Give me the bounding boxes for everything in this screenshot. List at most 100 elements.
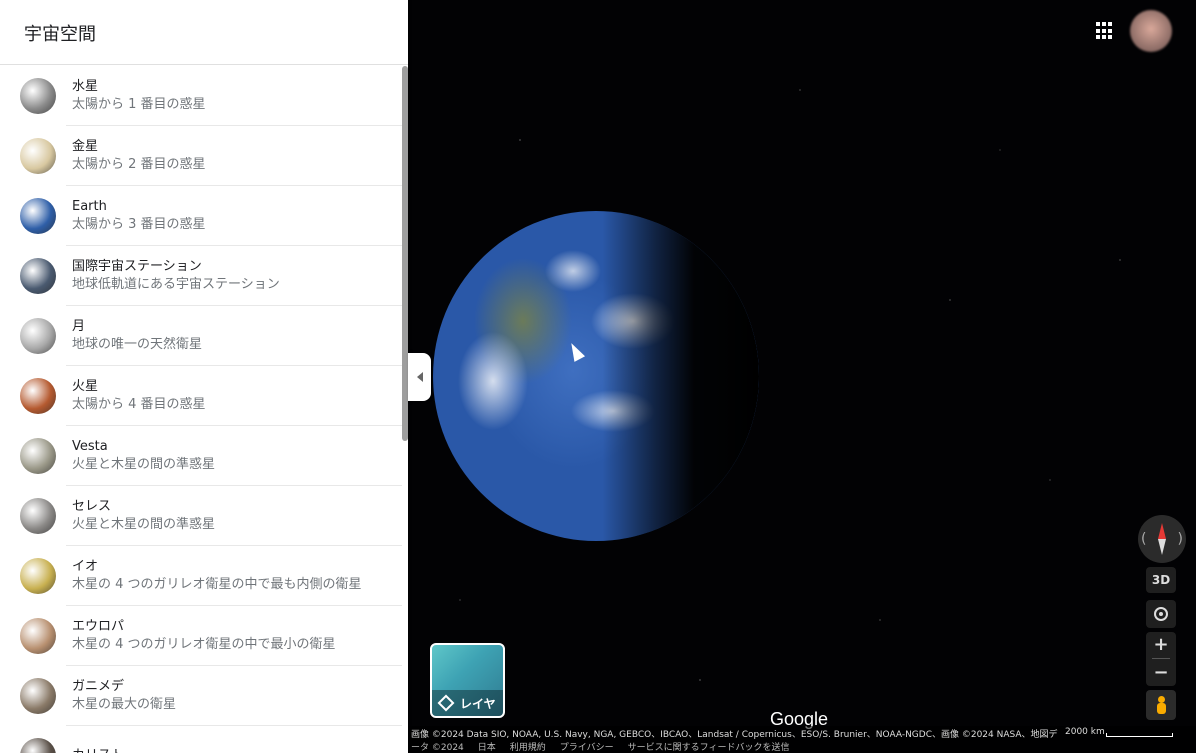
footer-link[interactable]: 利用規約 [510, 743, 546, 753]
layers-label: レイヤ [460, 696, 496, 711]
zoom-controls: + − [1146, 632, 1176, 686]
apps-grid-icon [1108, 35, 1112, 40]
apps-grid-icon [1096, 28, 1100, 33]
zoom-in-button[interactable]: + [1146, 632, 1176, 658]
list-item[interactable]: 火星太陽から 4 番目の惑星 [0, 366, 402, 426]
item-name: 国際宇宙ステーション [72, 259, 202, 274]
location-dot-icon [1159, 612, 1163, 616]
footer-link: ータ ©2024 [411, 743, 464, 753]
item-description: 太陽から 4 番目の惑星 [72, 397, 206, 412]
rotate-left-icon[interactable]: ( [1141, 531, 1146, 547]
rotate-right-icon[interactable]: ) [1178, 531, 1183, 547]
item-name: イオ [72, 559, 99, 574]
compass-button[interactable]: ( ) [1138, 515, 1186, 563]
zoom-divider [1152, 658, 1170, 659]
item-texts: エウロパ木星の 4 つのガリレオ衛星の中で最小の衛星 [72, 618, 336, 654]
collapse-panel-button[interactable] [408, 353, 431, 401]
item-name: エウロパ [72, 619, 125, 634]
compass-south-icon [1158, 539, 1166, 555]
item-description: 地球の唯一の天然衛星 [72, 337, 203, 352]
list-item[interactable]: ガニメデ木星の最大の衛星 [0, 666, 402, 726]
my-location-button[interactable] [1146, 600, 1176, 628]
body-thumbnail [20, 258, 56, 294]
apps-grid-icon [1102, 35, 1106, 40]
layers-label-bar: レイヤ [432, 690, 503, 716]
item-texts: イオ木星の 4 つのガリレオ衛星の中で最も内側の衛星 [72, 558, 362, 594]
compass-north-icon [1158, 523, 1166, 539]
item-description: 地球低軌道にある宇宙ステーション [72, 277, 280, 292]
item-texts: セレス火星と木星の間の準惑星 [72, 498, 215, 534]
body-thumbnail [20, 78, 56, 114]
item-name: 火星 [72, 379, 99, 394]
item-texts: Earth 太陽から 3 番目の惑星 [72, 198, 206, 234]
body-thumbnail [20, 738, 56, 753]
item-texts: カリスト [72, 747, 124, 753]
apps-grid-icon [1096, 22, 1100, 26]
list-item[interactable]: セレス火星と木星の間の準惑星 [0, 486, 402, 546]
body-thumbnail [20, 318, 56, 354]
list-item[interactable]: Vesta 火星と木星の間の準惑星 [0, 426, 402, 486]
item-texts: 月地球の唯一の天然衛星 [72, 318, 202, 354]
scale-label[interactable]: 2000 km [1065, 727, 1105, 737]
item-name: Earth [72, 199, 107, 214]
list-item[interactable]: カリスト [0, 726, 402, 753]
earth-night-shadow [433, 211, 759, 541]
body-thumbnail [20, 438, 56, 474]
celestial-body-list[interactable]: 水星 太陽から 1 番目の惑星金星太陽から 2 番目の惑星 Earth 太陽から 3 … [0, 66, 402, 753]
earth-globe[interactable] [433, 211, 759, 541]
apps-grid-icon [1108, 22, 1112, 26]
list-item[interactable]: 国際宇宙ステーション地球低軌道にある宇宙ステーション [0, 246, 402, 306]
item-name: 金星 [72, 139, 99, 154]
list-item[interactable]: 水星 太陽から 1 番目の惑星 [0, 66, 402, 126]
item-description: 木星の 4 つのガリレオ衛星の中で最小の衛星 [72, 637, 336, 652]
google-apps-button[interactable] [1094, 20, 1116, 42]
footer-link[interactable]: サービスに関するフィードバックを送信 [628, 743, 790, 753]
panel-title: 宇宙空間 [24, 24, 96, 45]
scale-bar [1106, 733, 1173, 737]
item-name: ガニメデ [72, 679, 125, 694]
item-description: 火星と木星の間の準惑星 [72, 517, 216, 532]
item-description: 太陽から 2 番目の惑星 [72, 157, 206, 172]
item-name: Vesta [72, 439, 108, 454]
list-item[interactable]: イオ木星の 4 つのガリレオ衛星の中で最も内側の衛星 [0, 546, 402, 606]
footer-link[interactable]: プライバシー [560, 743, 614, 753]
list-item[interactable]: 金星太陽から 2 番目の惑星 [0, 126, 402, 186]
body-thumbnail [20, 198, 56, 234]
item-description: 木星の最大の衛星 [72, 697, 177, 712]
list-item[interactable]: Earth 太陽から 3 番目の惑星 [0, 186, 402, 246]
body-thumbnail [20, 138, 56, 174]
footer-link[interactable]: 日本 [478, 743, 496, 753]
pegman-body-icon [1157, 703, 1166, 714]
pegman-icon [1158, 696, 1165, 703]
apps-grid-icon [1108, 28, 1112, 33]
item-name: セレス [72, 499, 112, 514]
layers-button[interactable]: レイヤ [430, 643, 505, 718]
body-thumbnail [20, 498, 56, 534]
item-description: 太陽から 1 番目の惑星 [72, 97, 206, 112]
toggle-3d-button[interactable]: 3D [1146, 567, 1176, 593]
item-texts: 金星太陽から 2 番目の惑星 [72, 138, 206, 174]
list-item[interactable]: エウロパ木星の 4 つのガリレオ衛星の中で最小の衛星 [0, 606, 402, 666]
apps-grid-icon [1102, 22, 1106, 26]
street-view-pegman-button[interactable] [1146, 690, 1176, 720]
footer-links: ータ ©2024 日本 利用規約 プライバシー サービスに関するフィードバックを送信 [411, 740, 803, 753]
apps-grid-icon [1096, 35, 1100, 40]
account-avatar[interactable] [1130, 10, 1172, 52]
imagery-attribution: 画像 ©2024 Data SIO, NOAA, U.S. Navy, NGA,… [411, 730, 1058, 740]
body-thumbnail [20, 678, 56, 714]
body-thumbnail [20, 618, 56, 654]
list-item[interactable]: 月地球の唯一の天然衛星 [0, 306, 402, 366]
item-name: 月 [72, 319, 86, 334]
body-thumbnail [20, 558, 56, 594]
item-texts: ガニメデ木星の最大の衛星 [72, 678, 176, 714]
item-texts: 国際宇宙ステーション地球低軌道にある宇宙ステーション [72, 258, 280, 294]
item-name: カリスト [72, 747, 124, 753]
item-description: 木星の 4 つのガリレオ衛星の中で最も内側の衛星 [72, 577, 362, 592]
item-texts: 水星 太陽から 1 番目の惑星 [72, 78, 206, 114]
item-texts: 火星太陽から 4 番目の惑星 [72, 378, 206, 414]
zoom-out-button[interactable]: − [1146, 660, 1176, 686]
side-panel: 宇宙空間 水星 太陽から 1 番目の惑星 金星 太陽から 2 番目の惑星 Earth 太陽… [0, 0, 408, 753]
item-texts: Vesta 火星と木星の間の準惑星 [72, 438, 215, 474]
panel-header: 宇宙空間 [0, 0, 408, 65]
chevron-left-icon [416, 372, 423, 382]
